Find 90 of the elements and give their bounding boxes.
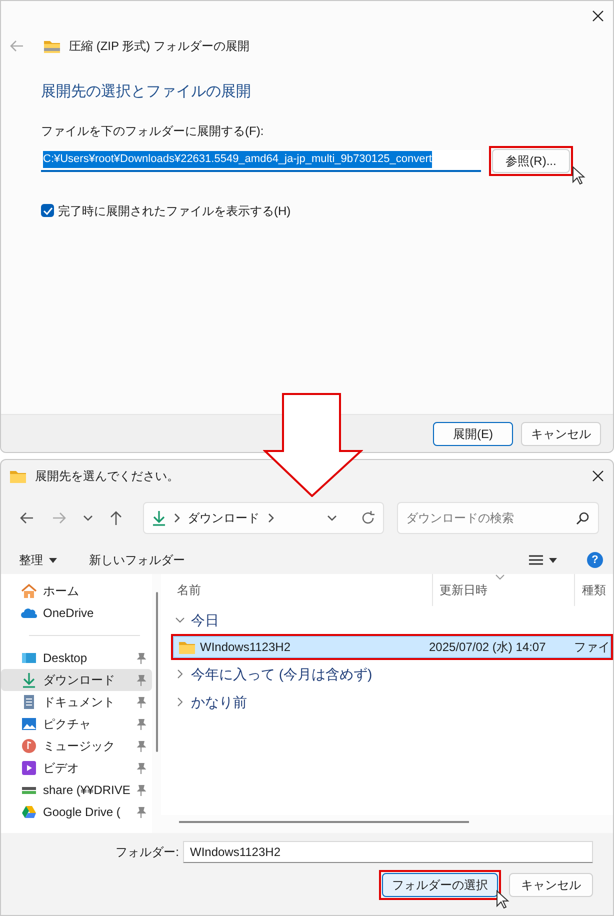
group-header[interactable]: 今日 <box>167 606 613 634</box>
triangle-logo-icon <box>21 804 37 820</box>
chevron-down-icon[interactable] <box>175 615 185 625</box>
path-text: C:¥Users¥root¥Downloads¥22631.5549_amd64_ja-jp_multi_9b730125_convert <box>43 151 432 168</box>
new-folder-button[interactable]: 新しいフォルダー <box>89 551 185 569</box>
group-label: 今年に入って (今月は含めず) <box>191 664 372 684</box>
sidebar-label: Desktop <box>43 650 88 667</box>
caret-down-icon[interactable] <box>49 558 57 562</box>
extract-button[interactable]: 展開(E) <box>433 422 513 446</box>
file-row[interactable]: WIndows1123H2 2025/07/02 (水) 14:07 ファイ <box>173 636 611 658</box>
picture-icon <box>21 716 37 732</box>
checkbox-label: 完了時に展開されたファイルを表示する(H) <box>58 202 291 220</box>
field-label: フォルダー: <box>116 844 179 861</box>
caret-down-icon[interactable] <box>549 558 557 562</box>
folder-icon <box>9 468 27 484</box>
download-icon <box>21 672 37 688</box>
chevron-right-icon[interactable] <box>175 697 185 707</box>
organize-menu[interactable]: 整理 <box>19 551 43 569</box>
video-icon <box>21 760 37 776</box>
back-arrow-icon[interactable] <box>19 511 35 525</box>
column-header[interactable]: 更新日時 <box>432 574 574 606</box>
sidebar-label: ドキュメント <box>43 694 116 711</box>
sidebar-label: share (¥¥DRIVE <box>43 782 130 799</box>
dialog-title: 展開先を選んでください。 <box>35 468 180 485</box>
scrollbar-thumb[interactable] <box>156 592 158 752</box>
search-field[interactable]: ダウンロードの検索 <box>397 502 599 534</box>
file-date: 2025/07/02 (水) 14:07 <box>429 639 547 656</box>
sidebar-item[interactable]: ダウンロード <box>1 669 152 691</box>
chevron-right-icon <box>268 513 274 523</box>
document-icon <box>21 694 37 710</box>
up-arrow-icon[interactable] <box>109 510 123 526</box>
cancel-button[interactable]: キャンセル <box>509 873 593 897</box>
field-label: ファイルを下のフォルダーに展開する(F): <box>41 122 265 140</box>
close-icon[interactable] <box>591 9 605 23</box>
help-button[interactable]: ? <box>587 552 603 568</box>
dialog-title: 圧縮 (ZIP 形式) フォルダーの展開 <box>69 38 250 55</box>
sidebar-item[interactable]: ピクチャ <box>1 713 152 735</box>
sidebar-label: Google Drive ( <box>43 804 122 821</box>
breadcrumb-item[interactable]: ダウンロード <box>188 509 260 527</box>
refresh-icon[interactable] <box>361 511 375 525</box>
home-icon <box>21 583 37 599</box>
sidebar-label: ダウンロード <box>43 672 116 689</box>
path-field[interactable]: C:¥Users¥root¥Downloads¥22631.5549_amd64_ja-jp_multi_9b730125_convert <box>41 150 481 172</box>
address-bar[interactable]: ダウンロード <box>142 502 384 534</box>
select-folder-button[interactable]: フォルダーの選択 <box>382 873 498 897</box>
group-header[interactable]: かなり前 <box>167 688 613 716</box>
sidebar-label: ミュージック <box>43 738 116 755</box>
music-note-icon <box>21 738 37 754</box>
sidebar-label: ビデオ <box>43 760 80 777</box>
browse-button[interactable]: 参照(R)... <box>492 148 570 172</box>
column-header-label: 種類 <box>582 582 606 599</box>
sidebar-item[interactable]: Desktop <box>1 647 152 669</box>
sidebar-label: OneDrive <box>43 605 95 622</box>
sidebar-item[interactable]: Google Drive ( <box>1 801 152 823</box>
checkbox[interactable] <box>41 204 54 217</box>
group-label: かなり前 <box>191 692 247 712</box>
chevron-right-icon <box>174 513 180 523</box>
group-header[interactable]: 今年に入って (今月は含めず) <box>167 660 613 688</box>
folder-icon <box>178 639 196 655</box>
folder-name-field[interactable]: WIndows1123H2 <box>183 841 593 863</box>
sidebar-label: ホーム <box>43 583 80 600</box>
sidebar-item[interactable]: ドキュメント <box>1 691 152 713</box>
dialog-heading: 展開先の選択とファイルの展開 <box>41 82 252 102</box>
sidebar-item[interactable]: OneDrive <box>1 602 152 624</box>
column-header[interactable]: 名前 <box>177 574 432 606</box>
download-icon <box>152 510 166 526</box>
sidebar-item[interactable]: ビデオ <box>1 757 152 779</box>
cancel-button[interactable]: キャンセル <box>521 422 601 446</box>
mouse-pointer-icon <box>496 890 510 910</box>
mouse-pointer-icon <box>572 166 586 186</box>
chevron-right-icon[interactable] <box>175 669 185 679</box>
column-header-label: 名前 <box>177 582 201 599</box>
column-header[interactable]: 種類 <box>574 574 613 606</box>
sidebar-item[interactable]: share (¥¥DRIVE <box>1 779 152 801</box>
scrollbar-thumb[interactable] <box>179 821 469 823</box>
desktop-icon <box>21 650 37 666</box>
file-name: WIndows1123H2 <box>200 639 290 656</box>
chevron-down-icon[interactable] <box>327 514 337 522</box>
search-icon[interactable] <box>576 511 590 525</box>
close-icon[interactable] <box>591 469 605 483</box>
sidebar-item[interactable]: ホーム <box>1 580 152 602</box>
zip-folder-icon <box>43 38 61 54</box>
column-header-label: 更新日時 <box>440 582 488 599</box>
sort-caret-icon <box>494 574 505 580</box>
sidebar-item[interactable]: ミュージック <box>1 735 152 757</box>
sidebar-label: ピクチャ <box>43 716 92 733</box>
file-type: ファイ <box>574 639 610 656</box>
group-label: 今日 <box>191 610 219 630</box>
view-menu-icon[interactable] <box>529 555 543 565</box>
chevron-down-icon[interactable] <box>83 514 93 522</box>
